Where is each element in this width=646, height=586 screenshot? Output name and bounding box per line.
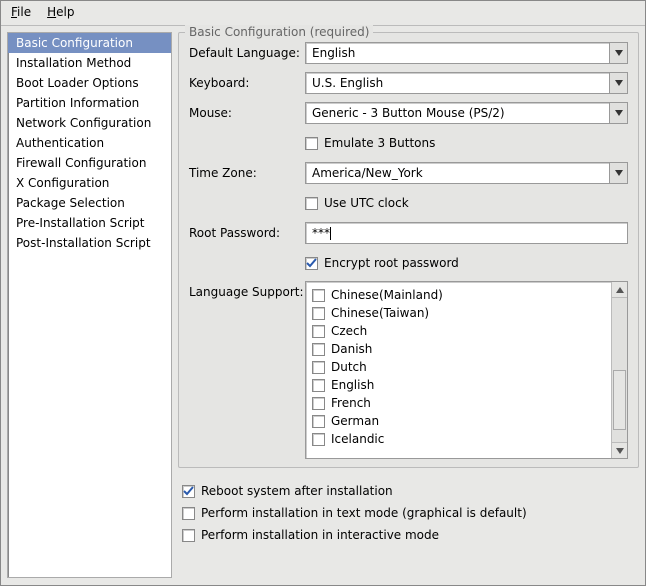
keyboard-select[interactable]: U.S. English: [305, 72, 628, 94]
main-area: Basic ConfigurationInstallation MethodBo…: [1, 26, 645, 584]
checkbox-icon[interactable]: [312, 379, 325, 392]
encrypt-root-checkbox[interactable]: Encrypt root password: [305, 254, 459, 272]
sidebar-item[interactable]: Firewall Configuration: [8, 153, 171, 173]
timezone-label: Time Zone:: [189, 166, 305, 180]
language-item[interactable]: Danish: [312, 340, 605, 358]
sidebar-item[interactable]: Package Selection: [8, 193, 171, 213]
mouse-label: Mouse:: [189, 106, 305, 120]
default-language-label: Default Language:: [189, 46, 305, 60]
sidebar-item[interactable]: Pre-Installation Script: [8, 213, 171, 233]
timezone-select[interactable]: America/New_York: [305, 162, 628, 184]
sidebar-item[interactable]: X Configuration: [8, 173, 171, 193]
scroll-down-icon[interactable]: [612, 442, 627, 458]
language-item[interactable]: Dutch: [312, 358, 605, 376]
fieldset-title: Basic Configuration (required): [185, 25, 373, 39]
sidebar-item[interactable]: Partition Information: [8, 93, 171, 113]
scroll-track[interactable]: [612, 298, 627, 442]
root-password-label: Root Password:: [189, 226, 305, 240]
emulate-3-buttons-checkbox[interactable]: Emulate 3 Buttons: [305, 134, 435, 152]
scroll-up-icon[interactable]: [612, 282, 627, 298]
chevron-down-icon[interactable]: [609, 163, 627, 183]
checkbox-icon[interactable]: [312, 361, 325, 374]
utc-clock-checkbox[interactable]: Use UTC clock: [305, 194, 409, 212]
sidebar-item[interactable]: Network Configuration: [8, 113, 171, 133]
text-cursor: [330, 227, 331, 240]
language-item[interactable]: Chinese(Taiwan): [312, 304, 605, 322]
checkbox-icon[interactable]: [312, 433, 325, 446]
checkbox-icon[interactable]: [312, 397, 325, 410]
scroll-thumb[interactable]: [613, 370, 626, 430]
language-item[interactable]: German: [312, 412, 605, 430]
checkbox-icon[interactable]: [312, 289, 325, 302]
textmode-checkbox[interactable]: Perform installation in text mode (graph…: [182, 502, 635, 524]
basic-config-fieldset: Basic Configuration (required) Default L…: [178, 32, 639, 468]
checkbox-icon[interactable]: [312, 307, 325, 320]
chevron-down-icon[interactable]: [609, 43, 627, 63]
sidebar-item[interactable]: Basic Configuration: [8, 33, 171, 53]
default-language-select[interactable]: English: [305, 42, 628, 64]
interactive-checkbox[interactable]: Perform installation in interactive mode: [182, 524, 635, 546]
sidebar-item[interactable]: Installation Method: [8, 53, 171, 73]
language-support-label: Language Support:: [189, 281, 305, 299]
checkbox-icon[interactable]: [312, 415, 325, 428]
language-item[interactable]: Icelandic: [312, 430, 605, 448]
language-item[interactable]: English: [312, 376, 605, 394]
scrollbar[interactable]: [611, 282, 627, 458]
mouse-select[interactable]: Generic - 3 Button Mouse (PS/2): [305, 102, 628, 124]
content-panel: Basic Configuration (required) Default L…: [178, 32, 639, 578]
language-item[interactable]: French: [312, 394, 605, 412]
chevron-down-icon[interactable]: [609, 73, 627, 93]
menu-file[interactable]: File: [11, 5, 31, 19]
keyboard-label: Keyboard:: [189, 76, 305, 90]
language-item[interactable]: Chinese(Mainland): [312, 286, 605, 304]
sidebar-item[interactable]: Post-Installation Script: [8, 233, 171, 253]
bottom-options: Reboot system after installation Perform…: [178, 474, 639, 548]
sidebar-item[interactable]: Authentication: [8, 133, 171, 153]
checkbox-icon[interactable]: [312, 343, 325, 356]
menu-help[interactable]: Help: [47, 5, 74, 19]
root-password-input[interactable]: ***: [305, 222, 628, 244]
sidebar-item[interactable]: Boot Loader Options: [8, 73, 171, 93]
sidebar: Basic ConfigurationInstallation MethodBo…: [7, 32, 172, 578]
language-item[interactable]: Czech: [312, 322, 605, 340]
language-support-list[interactable]: Chinese(Mainland)Chinese(Taiwan)CzechDan…: [305, 281, 628, 459]
checkbox-icon[interactable]: [312, 325, 325, 338]
chevron-down-icon[interactable]: [609, 103, 627, 123]
reboot-checkbox[interactable]: Reboot system after installation: [182, 480, 635, 502]
menubar: File Help: [1, 1, 645, 26]
